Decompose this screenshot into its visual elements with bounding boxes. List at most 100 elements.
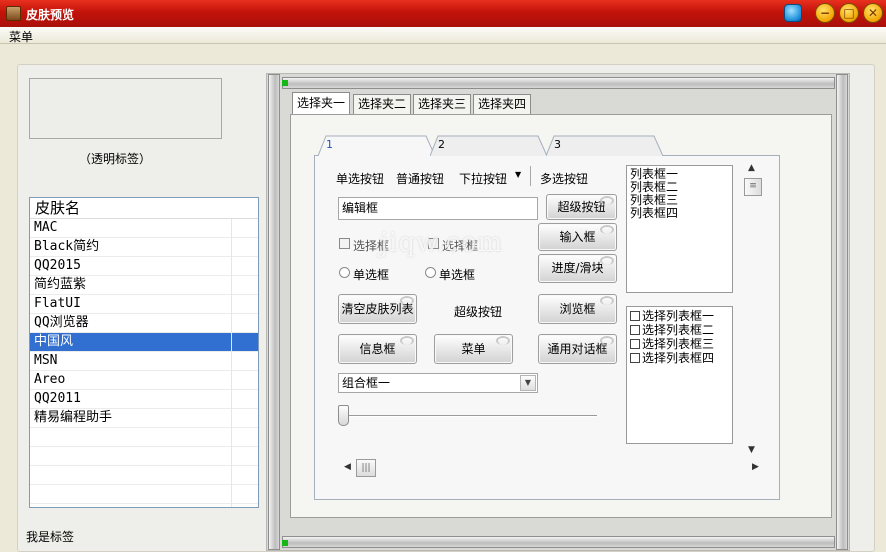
arrow-right-icon[interactable]: ▶ — [752, 462, 759, 472]
checkbox-1[interactable] — [339, 238, 350, 249]
list-item[interactable]: 简约蓝紫 — [30, 276, 258, 295]
multi-select-button[interactable]: 多选按钮 — [540, 170, 588, 187]
ornament-icon — [496, 336, 510, 345]
watermark: jiqw.com — [380, 228, 504, 258]
dropdown-button[interactable]: 下拉按钮 — [459, 170, 507, 187]
inner-tab-3-label: 3 — [554, 138, 561, 151]
list-item-empty[interactable] — [30, 466, 258, 485]
inner-tab-2[interactable]: 2 — [430, 135, 548, 157]
skin-list[interactable]: 皮肤名 MAC Black简约 QQ2015 简约蓝紫 FlatUI QQ浏览器… — [29, 197, 259, 508]
dropdown-divider — [530, 166, 531, 186]
combo-box[interactable]: 组合框一 ▼ — [338, 373, 538, 393]
clear-skin-list-button[interactable]: 清空皮肤列表 — [338, 294, 417, 324]
arrow-up-icon[interactable]: ▲ — [748, 163, 755, 173]
close-button[interactable]: ✕ — [863, 3, 883, 23]
maximize-button[interactable]: □ — [839, 3, 859, 23]
input-box-button[interactable]: 输入框 — [538, 223, 617, 251]
menu-bar: 菜单 — [0, 27, 886, 44]
info-box-button[interactable]: 信息框 — [338, 334, 417, 364]
check-list-item-label: 选择列表框二 — [642, 323, 715, 337]
list-item[interactable]: FlatUI — [30, 295, 258, 314]
check-list-item[interactable]: 选择列表框二 — [630, 323, 729, 337]
status-led-bottom — [282, 540, 288, 546]
progress-slider-button-label: 进度/滑块 — [551, 261, 604, 275]
chevron-down-icon[interactable]: ▼ — [515, 170, 521, 179]
list-box[interactable]: 列表框一 列表框二 列表框三 列表框四 — [626, 165, 733, 293]
skin-list-header[interactable]: 皮肤名 — [30, 198, 258, 219]
list-item-empty[interactable] — [30, 485, 258, 504]
right-rail — [836, 74, 848, 550]
arrow-left-icon[interactable]: ◀ — [344, 462, 351, 472]
list-item[interactable]: Black简约 — [30, 238, 258, 257]
bottom-label: 我是标签 — [26, 530, 75, 544]
super-button-top[interactable]: 超级按钮 — [546, 194, 617, 220]
checkbox-icon[interactable] — [630, 339, 640, 349]
browse-box-button[interactable]: 浏览框 — [538, 294, 617, 324]
list-item-empty[interactable] — [30, 447, 258, 466]
edit-box[interactable]: 编辑框 — [338, 197, 538, 220]
browse-box-button-label: 浏览框 — [559, 302, 596, 316]
transparent-label: （透明标签） — [79, 152, 152, 166]
inner-tab-3[interactable]: 3 — [546, 135, 664, 157]
list-item[interactable]: 精易编程助手 — [30, 409, 258, 428]
checkbox-icon[interactable] — [630, 353, 640, 363]
radio-1[interactable] — [339, 267, 350, 278]
window-title: 皮肤预览 — [26, 8, 75, 22]
top-rail — [282, 77, 835, 89]
list-item[interactable]: QQ2015 — [30, 257, 258, 276]
check-list-item-label: 选择列表框一 — [642, 309, 715, 323]
minimize-button[interactable]: − — [815, 3, 835, 23]
check-list-item[interactable]: 选择列表框一 — [630, 309, 729, 323]
chevron-down-icon[interactable]: ▼ — [520, 375, 536, 391]
vertical-scroll-thumb[interactable]: ≡ — [744, 178, 762, 196]
menu-button[interactable]: 菜单 — [434, 334, 513, 364]
slider-track[interactable] — [344, 415, 597, 417]
list-item[interactable]: Areo — [30, 371, 258, 390]
super-button[interactable]: 超级按钮 — [454, 303, 502, 320]
radio-2[interactable] — [425, 267, 436, 278]
tab-selector-one[interactable]: 选择夹一 — [292, 92, 351, 114]
super-button-top-label: 超级按钮 — [557, 200, 606, 214]
horizontal-scroll-thumb[interactable]: ||| — [356, 459, 376, 477]
ornament-icon — [400, 296, 414, 305]
checkbox-icon[interactable] — [630, 311, 640, 321]
check-list-box[interactable]: 选择列表框一 选择列表框二 选择列表框三 选择列表框四 — [626, 306, 733, 444]
left-rail — [268, 74, 280, 550]
slider-thumb[interactable] — [338, 405, 349, 426]
check-list-item[interactable]: 选择列表框三 — [630, 337, 729, 351]
vertical-scrollbar[interactable]: ▲ ≡ ▼ — [742, 163, 764, 459]
combo-box-value: 组合框一 — [342, 376, 391, 390]
arrow-down-icon[interactable]: ▼ — [748, 445, 755, 455]
status-led-top — [282, 80, 288, 86]
list-item[interactable]: QQ浏览器 — [30, 314, 258, 333]
skin-shirt-icon[interactable] — [784, 4, 802, 22]
tab-selector-two[interactable]: 选择夹二 — [353, 94, 412, 114]
bottom-rail — [282, 536, 835, 548]
ornament-icon — [400, 336, 414, 345]
tab-selector-three[interactable]: 选择夹三 — [413, 94, 472, 114]
ornament-icon — [600, 296, 614, 305]
tab-selector-four[interactable]: 选择夹四 — [473, 94, 532, 114]
column-divider — [231, 219, 232, 507]
list-item[interactable]: QQ2011 — [30, 390, 258, 409]
check-list-item-label: 选择列表框三 — [642, 337, 715, 351]
normal-button[interactable]: 普通按钮 — [396, 170, 444, 187]
menu-item-menu[interactable]: 菜单 — [9, 28, 33, 45]
menu-button-label: 菜单 — [461, 342, 486, 356]
list-item[interactable]: MSN — [30, 352, 258, 371]
radio-1-label: 单选框 — [353, 268, 390, 282]
horizontal-scrollbar[interactable]: ◀ ||| ▶ — [342, 459, 764, 477]
inner-tab-2-shape — [430, 135, 548, 157]
list-item[interactable]: 列表框四 — [630, 207, 729, 220]
common-dialog-button[interactable]: 通用对话框 — [538, 334, 617, 364]
list-item-selected[interactable]: 中国风 — [30, 333, 258, 352]
list-item[interactable]: MAC — [30, 219, 258, 238]
check-list-item-label: 选择列表框四 — [642, 351, 715, 365]
inner-tab-1[interactable]: 1 — [318, 135, 436, 157]
ornament-icon — [600, 256, 614, 265]
radio-style-button[interactable]: 单选按钮 — [336, 170, 384, 187]
checkbox-icon[interactable] — [630, 325, 640, 335]
progress-slider-button[interactable]: 进度/滑块 — [538, 254, 617, 283]
list-item-empty[interactable] — [30, 428, 258, 447]
check-list-item[interactable]: 选择列表框四 — [630, 351, 729, 365]
